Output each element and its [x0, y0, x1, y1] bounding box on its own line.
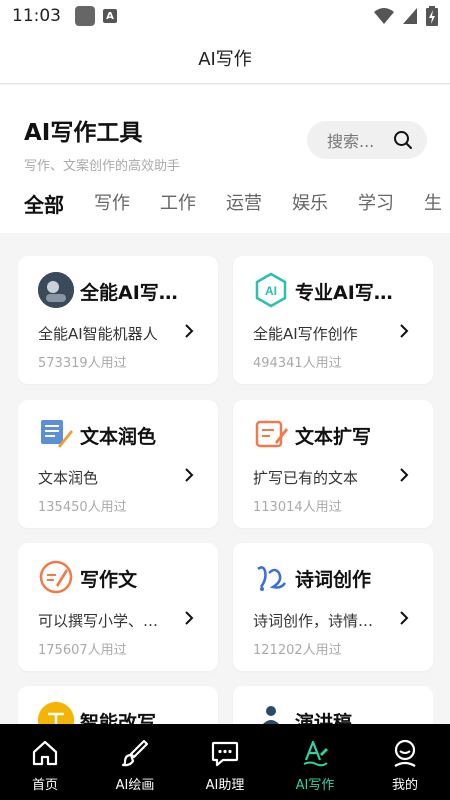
svg-text:AI: AI	[265, 284, 277, 298]
search-box[interactable]: 搜索...	[307, 121, 427, 159]
nav-label[interactable]: AI绘画	[116, 774, 155, 793]
tool-card[interactable]: 智能改写	[18, 686, 218, 726]
battery-icon	[426, 6, 438, 26]
card-title: 写作文	[80, 569, 138, 591]
wifi-icon	[374, 8, 394, 24]
brush-icon[interactable]	[118, 736, 152, 770]
nav-label[interactable]: 我的	[392, 774, 418, 793]
edit-document-icon	[253, 416, 289, 452]
chat-icon[interactable]	[208, 736, 242, 770]
card-usage-count: 121202人用过	[253, 643, 342, 658]
tab-life[interactable]: 生	[424, 189, 442, 218]
card-description: 全能AI写作创作	[253, 325, 358, 343]
status-time: 11:03	[12, 6, 61, 26]
nav-label[interactable]: 首页	[32, 774, 58, 793]
chevron-right-icon[interactable]	[397, 466, 411, 484]
chevron-right-icon[interactable]	[182, 466, 196, 484]
nav-item-ai-painting[interactable]: AI绘画	[90, 724, 180, 800]
document-brush-icon	[38, 416, 74, 452]
search-icon[interactable]	[393, 130, 413, 150]
nav-label[interactable]: AI写作	[296, 774, 335, 793]
card-title: 文本扩写	[295, 426, 372, 448]
nav-item-home[interactable]: 首页	[0, 724, 90, 800]
bottom-navigation: 首页 AI绘画 AI助理 AI写作 我的	[0, 724, 450, 800]
tool-card[interactable]: 诗词创作 诗词创作，诗情… 121202人用过	[233, 543, 433, 671]
app-title-bar: AI写作	[0, 32, 450, 84]
card-title: 诗词创作	[295, 569, 372, 591]
status-bar: 11:03 A	[0, 0, 450, 32]
card-usage-count: 573319人用过	[38, 356, 127, 371]
nav-item-profile[interactable]: 我的	[360, 724, 450, 800]
tool-card[interactable]: 文本润色 文本润色 135450人用过	[18, 400, 218, 528]
page-subtitle: 写作、文案创作的高效助手	[24, 159, 181, 174]
tab-operations[interactable]: 运营	[226, 189, 262, 218]
app-notification-icon	[75, 6, 95, 26]
header-section: AI写作工具 写作、文案创作的高效助手 搜索... 全部 写作 工作 运营 娱乐…	[0, 85, 450, 233]
signal-icon	[403, 8, 417, 24]
pen-circle-icon	[38, 559, 74, 595]
tool-card[interactable]: 文本扩写 扩写已有的文本 113014人用过	[233, 400, 433, 528]
category-tabs: 全部 写作 工作 运营 娱乐 学习 生	[24, 189, 450, 218]
chevron-right-icon[interactable]	[397, 322, 411, 340]
chevron-right-icon[interactable]	[182, 609, 196, 627]
tab-writing[interactable]: 写作	[94, 189, 130, 218]
card-usage-count: 175607人用过	[38, 643, 127, 658]
tool-card-grid: 全能AI写… 全能AI智能机器人 573319人用过 AI 专业AI写… 全能A…	[18, 256, 433, 726]
nav-item-ai-writing[interactable]: AI写作	[270, 724, 360, 800]
card-description: 诗词创作，诗情…	[253, 612, 374, 630]
home-icon[interactable]	[28, 736, 62, 770]
card-description: 文本润色	[38, 469, 99, 487]
tool-card[interactable]: 全能AI写… 全能AI智能机器人 573319人用过	[18, 256, 218, 384]
tool-card[interactable]: 写作文 可以撰写小学、… 175607人用过	[18, 543, 218, 671]
speech-podium-icon	[253, 702, 289, 726]
ai-hexagon-icon: AI	[253, 272, 289, 308]
page-title: AI写作工具	[24, 120, 143, 146]
card-description: 可以撰写小学、…	[38, 612, 159, 630]
writing-icon[interactable]	[298, 736, 332, 770]
card-usage-count: 494341人用过	[253, 356, 342, 371]
rewrite-icon	[38, 702, 74, 726]
card-title: 全能AI写…	[80, 282, 178, 304]
tool-card[interactable]: 演讲稿	[233, 686, 433, 726]
profile-icon[interactable]	[388, 736, 422, 770]
tool-card[interactable]: AI 专业AI写… 全能AI写作创作 494341人用过	[233, 256, 433, 384]
card-description: 扩写已有的文本	[253, 469, 359, 487]
tab-all[interactable]: 全部	[24, 189, 64, 218]
search-placeholder[interactable]: 搜索...	[327, 128, 393, 152]
tab-study[interactable]: 学习	[358, 189, 394, 218]
card-title: 专业AI写…	[295, 282, 393, 304]
card-usage-count: 135450人用过	[38, 500, 127, 515]
card-title: 文本润色	[80, 426, 157, 448]
card-usage-count: 113014人用过	[253, 500, 342, 515]
tab-work[interactable]: 工作	[160, 189, 196, 218]
chevron-right-icon[interactable]	[397, 609, 411, 627]
robot-avatar-icon	[38, 272, 74, 308]
chevron-right-icon[interactable]	[182, 322, 196, 340]
card-description: 全能AI智能机器人	[38, 325, 158, 343]
poetry-icon	[253, 559, 289, 595]
notification-letter-icon: A	[103, 9, 117, 23]
app-title: AI写作	[198, 48, 252, 70]
nav-label[interactable]: AI助理	[206, 774, 245, 793]
tab-entertainment[interactable]: 娱乐	[292, 189, 328, 218]
nav-item-ai-assistant[interactable]: AI助理	[180, 724, 270, 800]
